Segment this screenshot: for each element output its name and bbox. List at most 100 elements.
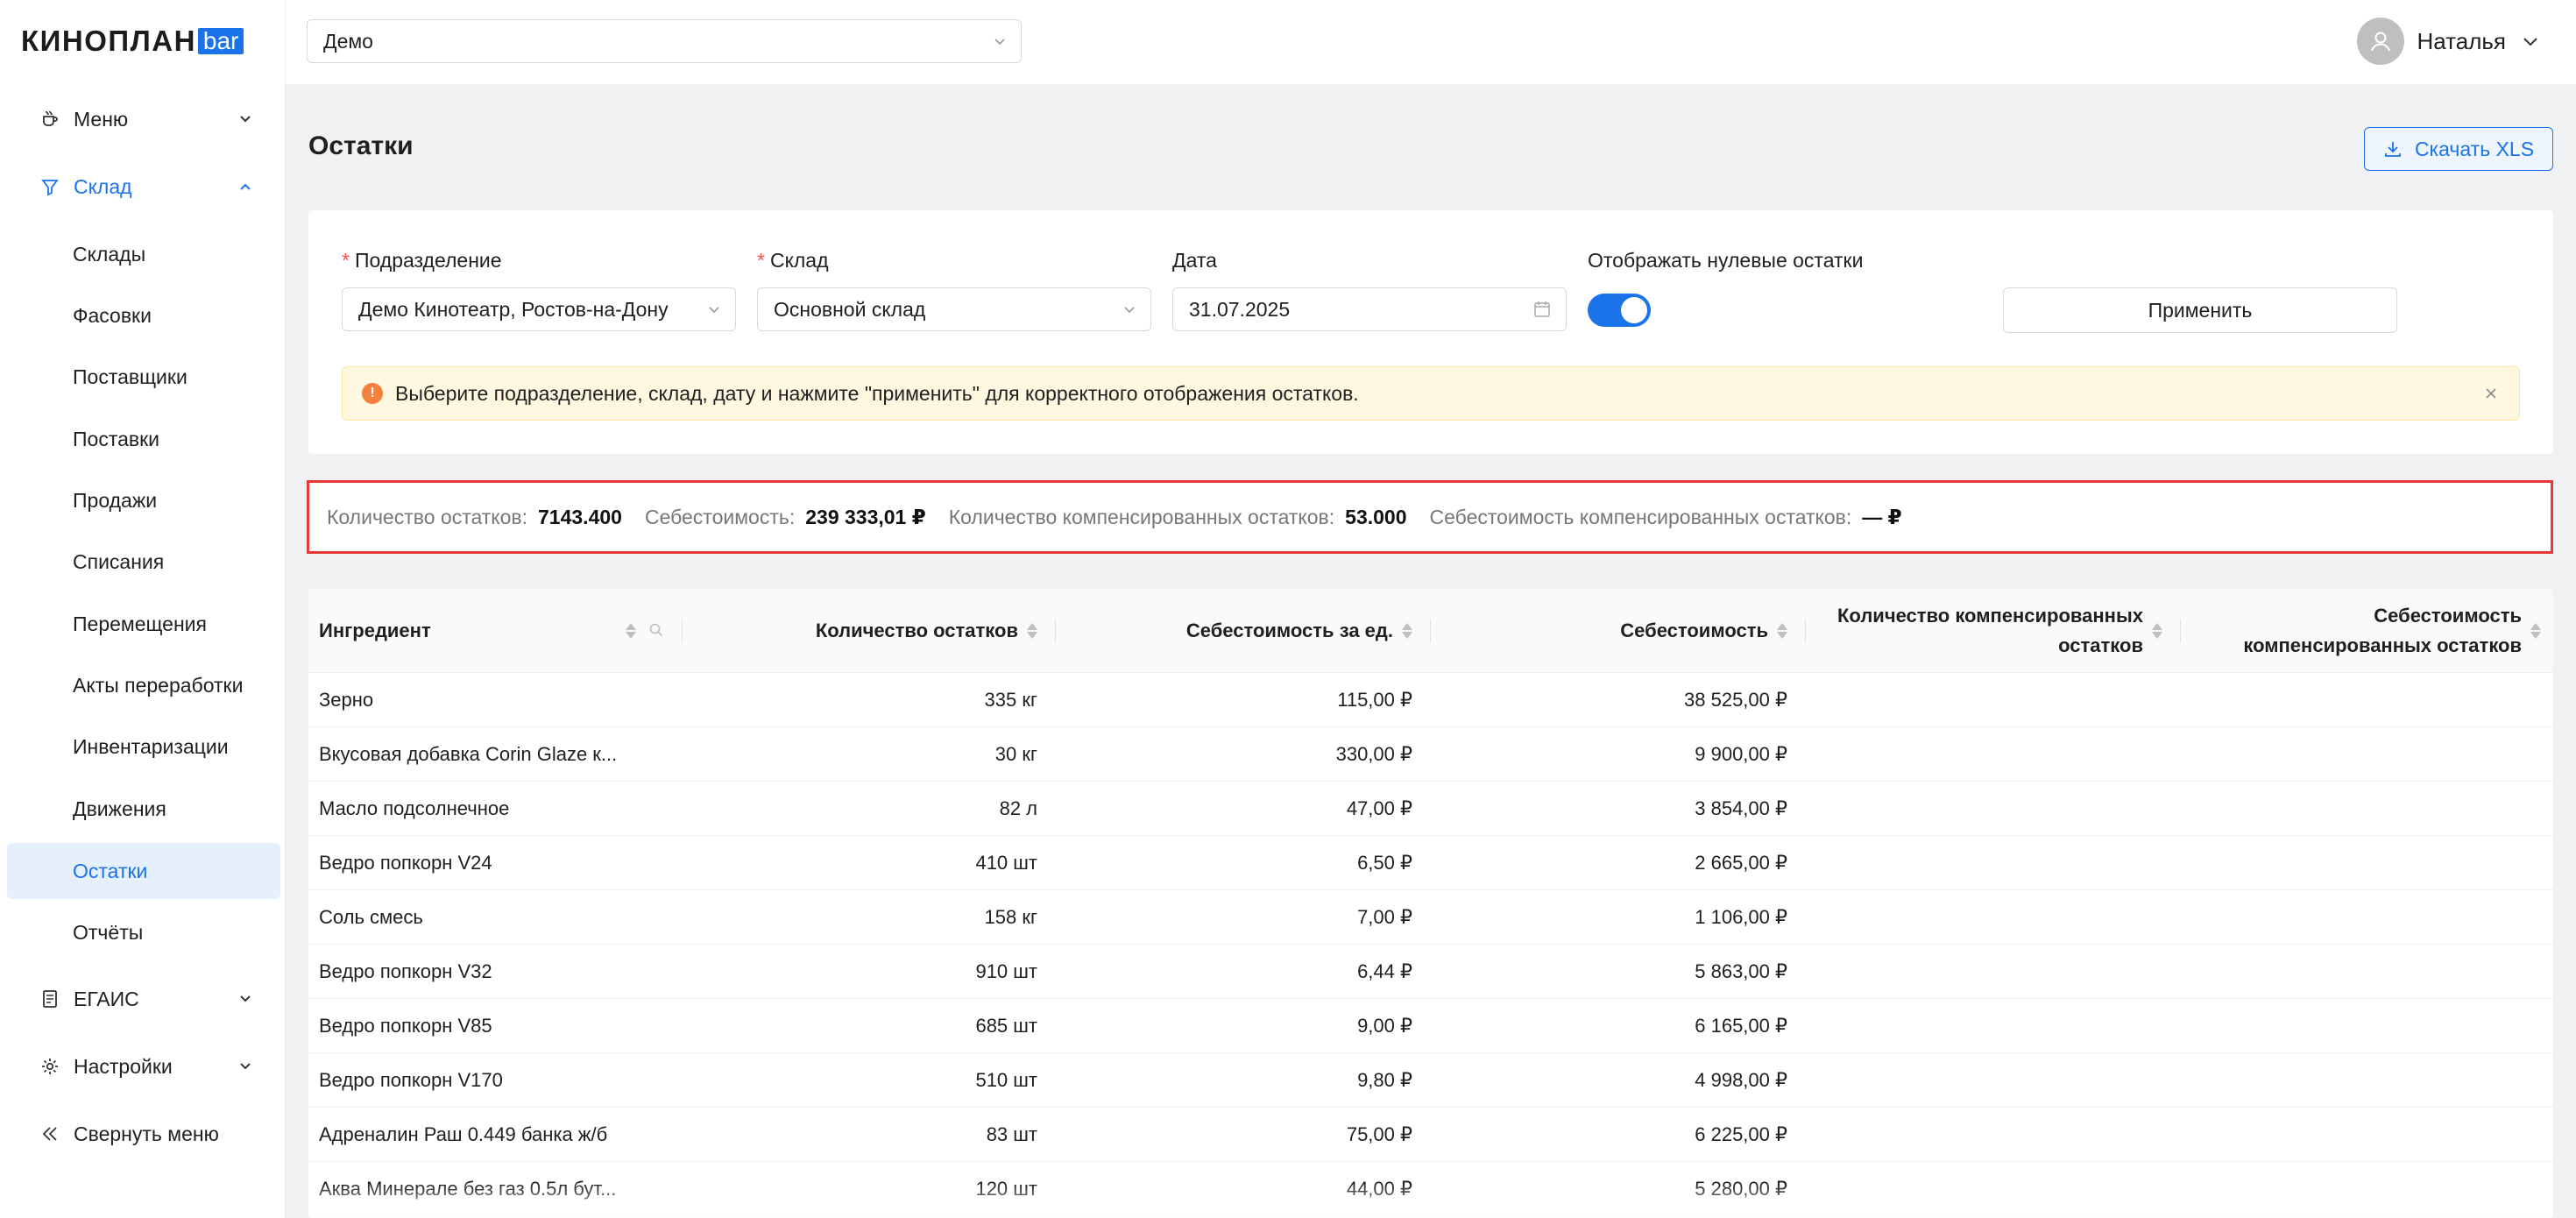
chevron-down-icon — [994, 39, 1005, 46]
cell-unit-cost: 7,00 ₽ — [1357, 906, 1412, 928]
sidebar-item-processing-acts[interactable]: Акты переработки — [7, 657, 280, 713]
table-row[interactable]: Вкусовая добавка Corin Glaze к... 30 кг … — [308, 727, 2553, 782]
table-row[interactable]: Зерно 335 кг 115,00 ₽ 38 525,00 ₽ — [308, 673, 2553, 727]
table-row[interactable]: Соль смесь 158 кг 7,00 ₽ 1 106,00 ₽ — [308, 890, 2553, 945]
sidebar-item-sales[interactable]: Продажи — [7, 472, 280, 528]
sidebar-item-label: Продажи — [73, 488, 158, 512]
column-title: Себестоимость компенсированных остатков — [2243, 605, 2522, 656]
exclamation-icon: ! — [362, 383, 383, 404]
division-select[interactable]: Демо Кинотеатр, Ростов-на-Дону — [342, 287, 736, 331]
summary-cost-value: 239 333,01 ₽ — [805, 505, 926, 528]
sort-icon[interactable] — [2530, 623, 2541, 639]
stock-summary: Количество остатков: 7143.400 Себестоимо… — [307, 480, 2553, 554]
sort-icon[interactable] — [1777, 623, 1787, 639]
cell-cost: 6 225,00 ₽ — [1695, 1123, 1787, 1145]
sort-icon[interactable] — [2152, 623, 2162, 639]
chevron-up-icon — [240, 183, 251, 190]
apply-button[interactable]: Применить — [2003, 287, 2397, 333]
column-header-qty[interactable]: Количество остатков — [682, 589, 1037, 673]
cell-cost: 38 525,00 ₽ — [1684, 689, 1787, 711]
sidebar-item-label: Фасовки — [73, 303, 152, 327]
cell-unit-cost: 6,50 ₽ — [1357, 852, 1412, 874]
column-header-comp-cost[interactable]: Себестоимость компенсированных остатков — [2182, 589, 2541, 673]
warehouse-label: * Склад — [757, 249, 829, 273]
funnel-icon — [40, 177, 60, 196]
sidebar-item-label: Движения — [73, 797, 166, 820]
required-mark: * — [757, 249, 765, 272]
brand-word: КИНОПЛАН — [21, 25, 196, 57]
summary-qty-label: Количество остатков: — [327, 505, 528, 528]
column-header-unit-cost[interactable]: Себестоимость за ед. — [1057, 589, 1412, 673]
cell-qty: 30 кг — [994, 743, 1037, 765]
sidebar-group-egais[interactable]: ЕГАИС — [0, 966, 286, 1032]
calendar-icon — [1534, 301, 1550, 317]
division-label-text: Подразделение — [354, 249, 502, 272]
filter-panel: * Подразделение Демо Кинотеатр, Ростов-на… — [308, 210, 2553, 454]
search-icon[interactable] — [648, 622, 664, 638]
sort-icon[interactable] — [1027, 623, 1037, 639]
column-title: Ингредиент — [319, 620, 431, 641]
sidebar-group-settings[interactable]: Настройки — [0, 1033, 286, 1100]
date-picker[interactable]: 31.07.2025 — [1172, 287, 1567, 331]
table-row[interactable]: Ведро попкорн V85 685 шт 9,00 ₽ 6 165,00… — [308, 999, 2553, 1053]
table-row[interactable]: Ведро попкорн V24 410 шт 6,50 ₽ 2 665,00… — [308, 836, 2553, 890]
chevron-down-icon — [709, 307, 719, 314]
warehouse-select[interactable]: Основной склад — [757, 287, 1151, 331]
page-title: Остатки — [308, 131, 414, 160]
sidebar-group-menu[interactable]: Меню — [0, 86, 286, 152]
table-row[interactable]: Масло подсолнечное 82 л 47,00 ₽ 3 854,00… — [308, 782, 2553, 836]
column-divider — [1805, 619, 1806, 643]
column-header-ingredient[interactable]: Ингредиент — [319, 589, 669, 673]
user-menu[interactable]: Наталья — [2357, 18, 2541, 65]
cell-unit-cost: 115,00 ₽ — [1337, 689, 1412, 711]
sidebar-item-suppliers[interactable]: Поставщики — [7, 349, 280, 405]
summary-cost-label: Себестоимость: — [644, 505, 796, 528]
brand-suffix: bar — [197, 28, 244, 54]
brand-logo[interactable]: КИНОПЛАН bar — [21, 25, 244, 58]
sidebar-item-stock[interactable]: Остатки — [7, 843, 280, 899]
collapse-menu-button[interactable]: Свернуть меню — [0, 1101, 286, 1167]
sidebar-item-warehouses[interactable]: Склады — [7, 226, 280, 282]
sidebar-item-label: Остатки — [73, 859, 148, 882]
sidebar-item-label: Инвентаризации — [73, 734, 229, 758]
table-row[interactable]: Ведро попкорн V32 910 шт 6,44 ₽ 5 863,00… — [308, 945, 2553, 999]
apply-button-label: Применить — [2148, 298, 2253, 322]
close-icon[interactable] — [2482, 385, 2500, 402]
date-value: 31.07.2025 — [1189, 297, 1291, 321]
document-icon — [40, 989, 60, 1009]
unit-select[interactable]: Демо — [307, 19, 1022, 63]
division-select-value: Демо Кинотеатр, Ростов-на-Дону — [358, 297, 669, 321]
column-header-comp-qty[interactable]: Количество компенсированных остатков — [1807, 589, 2162, 673]
download-xls-button[interactable]: Скачать XLS — [2364, 127, 2553, 171]
sidebar-item-movements[interactable]: Движения — [7, 781, 280, 837]
summary-comp-cost-value: — ₽ — [1862, 505, 1902, 528]
cell-qty: 158 кг — [984, 906, 1037, 928]
sidebar-item-label: Списания — [73, 549, 165, 573]
sidebar-item-transfers[interactable]: Перемещения — [7, 596, 280, 652]
sidebar-item-label: Поставщики — [73, 365, 188, 388]
cell-qty: 510 шт — [975, 1069, 1037, 1091]
sidebar-item-reports[interactable]: Отчёты — [7, 904, 280, 960]
column-title: Количество остатков — [815, 620, 1018, 641]
summary-comp-cost-label: Себестоимость компенсированных остатков: — [1429, 505, 1852, 528]
sidebar-group-warehouse[interactable]: Склад — [0, 153, 286, 220]
column-header-cost[interactable]: Себестоимость — [1432, 589, 1787, 673]
info-alert: ! Выберите подразделение, склад, дату и … — [342, 366, 2520, 421]
unit-select-value: Демо — [323, 29, 373, 53]
sort-icon[interactable] — [626, 623, 636, 639]
sidebar-item-label: Акты переработки — [73, 673, 244, 697]
chevron-down-icon — [240, 1063, 251, 1070]
cell-unit-cost: 47,00 ₽ — [1346, 797, 1412, 819]
sidebar-item-deliveries[interactable]: Поставки — [7, 411, 280, 467]
stock-table: Ингредиент Количество остатков Себестоим… — [308, 589, 2553, 1218]
sidebar-item-packings[interactable]: Фасовки — [7, 287, 280, 343]
table-row[interactable]: Ведро попкорн V170 510 шт 9,80 ₽ 4 998,0… — [308, 1053, 2553, 1108]
sidebar-item-writeoffs[interactable]: Списания — [7, 534, 280, 590]
table-row[interactable]: Адреналин Раш 0.449 банка ж/б 83 шт 75,0… — [308, 1108, 2553, 1162]
cell-ingredient: Вкусовая добавка Corin Glaze к... — [319, 743, 618, 765]
sidebar-item-inventories[interactable]: Инвентаризации — [7, 719, 280, 775]
cell-qty: 82 л — [999, 797, 1037, 819]
sort-icon[interactable] — [1402, 623, 1412, 639]
cell-unit-cost: 6,44 ₽ — [1357, 960, 1412, 982]
zero-stock-toggle[interactable] — [1588, 294, 1651, 327]
